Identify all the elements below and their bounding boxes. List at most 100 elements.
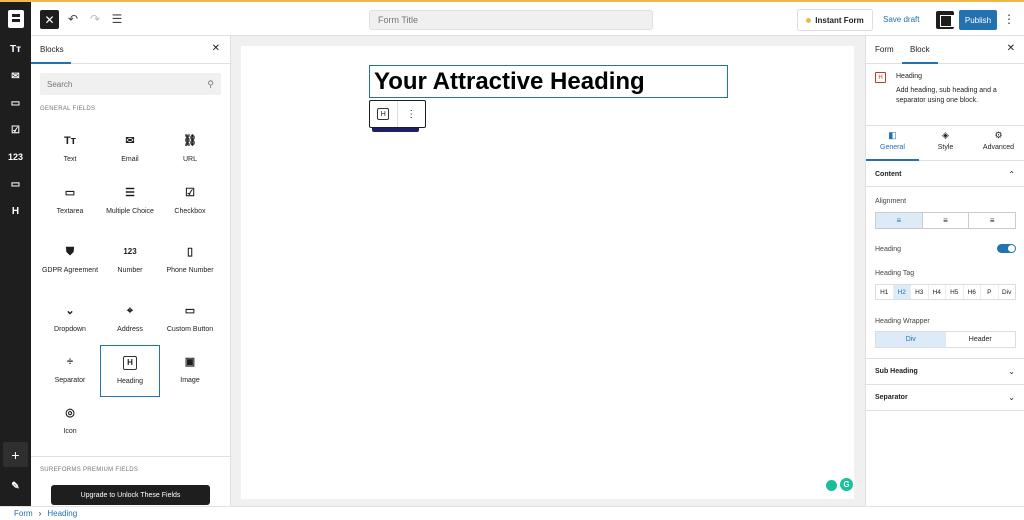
subtab-advanced[interactable]: ⚙ Advanced	[972, 130, 1024, 151]
divider	[866, 186, 1024, 187]
rail-number-icon[interactable]: 123	[0, 144, 31, 170]
settings-panel-toggle-icon[interactable]	[936, 11, 955, 29]
block-gdpr[interactable]: ⛊ GDPR Agreement	[40, 235, 100, 287]
tab-blocks-indicator	[31, 62, 71, 64]
block-multiple-choice[interactable]: ☰ Multiple Choice	[100, 176, 160, 228]
tab-block-indicator	[902, 62, 938, 64]
rail-email-icon[interactable]: ✉	[0, 63, 31, 89]
tag-h5[interactable]: H5	[946, 285, 964, 299]
subtab-label: Style	[937, 144, 954, 151]
redo-icon[interactable]: ↷	[88, 9, 102, 29]
assistant-icon[interactable]	[826, 480, 837, 491]
block-separator[interactable]: ÷ Separator	[40, 345, 100, 397]
tag-h4[interactable]: H4	[929, 285, 946, 299]
add-block-icon[interactable]: +	[3, 442, 28, 467]
block-address[interactable]: ⌖ Address	[100, 294, 160, 346]
chevron-up-icon[interactable]: ⌃	[1008, 170, 1015, 179]
tag-h2[interactable]: H2	[893, 285, 911, 299]
rail-button-icon[interactable]: ▭	[0, 171, 31, 197]
sidebar-tabs: Form Block ✕	[866, 36, 1024, 64]
align-center-icon[interactable]: ≡	[923, 213, 970, 228]
block-label: Textarea	[56, 208, 84, 215]
rail-heading-icon[interactable]: H	[0, 198, 31, 224]
gear-icon: ⚙	[994, 130, 1003, 140]
block-label: Number	[117, 267, 143, 274]
phone-icon: ▯	[186, 245, 194, 258]
block-checkbox[interactable]: ☑ Checkbox	[160, 176, 220, 228]
icon-block-icon: ◎	[65, 406, 75, 419]
breadcrumb-heading[interactable]: Heading	[47, 509, 77, 518]
style-icon: ◈	[942, 130, 949, 140]
heading-icon: H	[875, 72, 886, 83]
tag-h3[interactable]: H3	[911, 285, 929, 299]
tag-h6[interactable]: H6	[964, 285, 981, 299]
block-number[interactable]: 123 Number	[100, 235, 160, 287]
align-right-icon[interactable]: ≡	[969, 213, 1015, 228]
block-image[interactable]: ▣ Image	[160, 345, 220, 397]
subtab-general[interactable]: ◧ General	[866, 130, 919, 151]
undo-icon[interactable]: ↶	[66, 9, 80, 29]
sureforms-logo[interactable]	[0, 2, 31, 36]
document-overview-icon[interactable]: ☰	[110, 9, 124, 29]
subtab-label: General	[880, 144, 905, 151]
block-label: URL	[182, 156, 197, 163]
heading-icon: H	[123, 356, 137, 370]
block-icon[interactable]: ◎ Icon	[40, 396, 100, 448]
form-canvas[interactable]: Your Attractive Heading H ⋮	[241, 46, 854, 499]
block-url[interactable]: ⛓ URL	[160, 124, 220, 176]
chevron-down-icon[interactable]: ⌄	[1008, 367, 1015, 376]
form-title-input[interactable]: Form Title	[369, 10, 653, 30]
block-options-icon[interactable]: ⋮	[398, 101, 425, 127]
sub-heading-section-toggle[interactable]: Sub Heading	[875, 368, 918, 375]
content-section-toggle[interactable]: Content	[875, 171, 901, 178]
rail-textarea-icon[interactable]: ▭	[0, 90, 31, 116]
wrapper-div[interactable]: Div	[876, 332, 946, 347]
rail-checkbox-icon[interactable]: ☑	[0, 117, 31, 143]
publish-button[interactable]: Publish	[959, 10, 997, 30]
upgrade-button[interactable]: Upgrade to Unlock These Fields	[51, 485, 210, 505]
block-search-input[interactable]: Search ⚲	[40, 73, 221, 95]
breadcrumb-separator: ›	[38, 509, 42, 518]
options-menu-icon[interactable]: ⋮	[1003, 12, 1015, 26]
tab-blocks[interactable]: Blocks	[40, 45, 64, 54]
save-draft-button[interactable]: Save draft	[883, 15, 919, 24]
heading-toggle[interactable]	[997, 244, 1016, 253]
heading-tag-control: H1 H2 H3 H4 H5 H6 P Div	[875, 284, 1016, 300]
divider	[866, 410, 1024, 411]
block-text[interactable]: Tт Text	[40, 124, 100, 176]
align-left-icon[interactable]: ≡	[876, 213, 923, 228]
tag-div[interactable]: Div	[999, 285, 1016, 299]
heading-icon: H	[377, 108, 390, 120]
wrapper-header[interactable]: Header	[946, 332, 1016, 347]
textarea-icon: ▭	[64, 186, 76, 199]
heading-separator	[372, 128, 419, 132]
chevron-down-icon[interactable]: ⌄	[1008, 393, 1015, 402]
subtab-style[interactable]: ◈ Style	[919, 130, 972, 151]
block-custom-button[interactable]: ▭ Custom Button	[160, 294, 220, 346]
grammarly-icon[interactable]: G	[840, 478, 853, 491]
block-dropdown[interactable]: ⌄ Dropdown	[40, 294, 100, 346]
alignment-label: Alignment	[875, 198, 907, 205]
block-type-button[interactable]: H	[370, 101, 398, 127]
sidebar-close-icon[interactable]: ✕	[1007, 43, 1015, 54]
block-textarea[interactable]: ▭ Textarea	[40, 176, 100, 228]
block-heading[interactable]: H Heading	[100, 345, 160, 397]
block-label: Text	[63, 156, 77, 163]
close-button[interactable]: ✕	[40, 10, 59, 29]
block-phone-number[interactable]: ▯ Phone Number	[160, 235, 220, 287]
instant-form-button[interactable]: Instant Form	[797, 9, 873, 31]
tag-h1[interactable]: H1	[876, 285, 894, 299]
breadcrumb-form[interactable]: Form	[14, 509, 33, 518]
tab-block[interactable]: Block	[910, 45, 930, 54]
heading-block-text[interactable]: Your Attractive Heading	[369, 65, 728, 98]
left-rail: Tт ✉ ▭ ☑ 123 ▭ H + ✎	[0, 36, 31, 506]
inserter-close-icon[interactable]: ✕	[212, 43, 220, 54]
block-email[interactable]: ✉ Email	[100, 124, 160, 176]
block-label: Custom Button	[166, 326, 214, 333]
separator-section-toggle[interactable]: Separator	[875, 394, 908, 401]
block-inserter-panel: Blocks ✕ Search ⚲ GENERAL FIELDS Tт Text …	[31, 36, 231, 506]
tab-form[interactable]: Form	[875, 45, 894, 54]
rail-text-icon[interactable]: Tт	[0, 36, 31, 62]
edit-pen-icon[interactable]: ✎	[0, 473, 31, 499]
tag-p[interactable]: P	[981, 285, 999, 299]
